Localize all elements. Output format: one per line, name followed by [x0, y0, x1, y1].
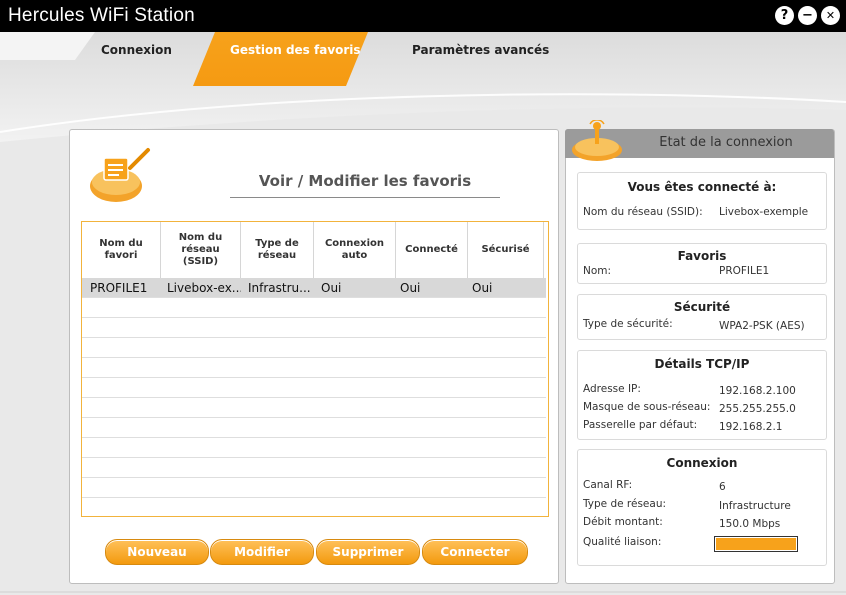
favorites-table: Nom du favori Nom du réseau (SSID) Type … [81, 221, 549, 517]
gateway-label: Passerelle par défaut: [583, 419, 698, 431]
app-window: Hercules WiFi Station ? − ✕ Connexion Ge… [0, 0, 846, 595]
rf-channel-label: Canal RF: [583, 479, 633, 491]
security-card: Sécurité Type de sécurité: WPA2-PSK (AES… [577, 294, 827, 340]
favorites-icon [90, 148, 150, 202]
tab-parametres-avances[interactable]: Paramètres avancés [412, 43, 549, 57]
cell-secured: Oui [472, 281, 493, 295]
column-header-auto-connect[interactable]: Connexion auto [314, 222, 396, 278]
tcpip-card: Détails TCP/IP Adresse IP: 192.168.2.100… [577, 350, 827, 440]
new-button[interactable]: Nouveau [105, 539, 209, 565]
security-type-value: WPA2-PSK (AES) [719, 320, 805, 332]
table-row-empty[interactable] [82, 418, 546, 438]
link-quality-fill [716, 538, 796, 550]
table-row-empty[interactable] [82, 478, 546, 498]
connected-card: Vous êtes connecté à: Nom du réseau (SSI… [577, 172, 827, 230]
subnet-mask-value: 255.255.255.0 [719, 403, 796, 415]
tab-connexion[interactable]: Connexion [101, 43, 172, 57]
table-row[interactable]: PROFILE1 Livebox-ex... Infrastru... Oui … [82, 278, 546, 298]
tcpip-title: Détails TCP/IP [654, 357, 750, 371]
table-row-empty[interactable] [82, 398, 546, 418]
connect-button[interactable]: Connecter [422, 539, 528, 565]
title-underline [230, 197, 500, 198]
cell-auto-connect: Oui [321, 281, 342, 295]
column-header-ssid[interactable]: Nom du réseau (SSID) [161, 222, 241, 278]
cell-connected: Oui [400, 281, 421, 295]
table-row-empty[interactable] [82, 458, 546, 478]
close-icon[interactable]: ✕ [821, 6, 840, 25]
subnet-mask-label: Masque de sous-réseau: [583, 401, 711, 413]
security-title: Sécurité [673, 300, 731, 314]
ssid-value: Livebox-exemple [719, 206, 809, 218]
favorites-card: Favoris Nom: PROFILE1 [577, 243, 827, 284]
connection-title: Connexion [666, 456, 738, 470]
favorites-title: Voir / Modifier les favoris [258, 172, 472, 190]
favorite-name-label: Nom: [583, 265, 612, 277]
cell-network-type: Infrastru... [248, 281, 311, 295]
table-row-empty[interactable] [82, 358, 546, 378]
help-icon[interactable]: ? [775, 6, 794, 25]
table-row-empty[interactable] [82, 378, 546, 398]
tab-bar: Connexion Gestion des favoris Paramètres… [0, 32, 846, 92]
column-header-secured[interactable]: Sécurisé [468, 222, 544, 278]
minimize-icon[interactable]: − [798, 6, 817, 25]
column-header-network-type[interactable]: Type de réseau [241, 222, 314, 278]
link-quality-bar [714, 536, 798, 552]
network-type-value: Infrastructure [719, 500, 791, 512]
cell-ssid: Livebox-ex... [167, 281, 241, 295]
cell-favorite-name: PROFILE1 [90, 281, 148, 295]
connected-title: Vous êtes connecté à: [627, 180, 777, 194]
connection-card: Connexion Canal RF: 6 Type de réseau: In… [577, 449, 827, 566]
delete-button[interactable]: Supprimer [316, 539, 420, 565]
rf-channel-value: 6 [719, 481, 726, 493]
link-quality-label: Qualité liaison: [583, 536, 662, 548]
column-header-favorite-name[interactable]: Nom du favori [82, 222, 161, 278]
ip-value: 192.168.2.100 [719, 385, 796, 397]
favorites-card-title: Favoris [677, 249, 727, 263]
favorite-name-value: PROFILE1 [719, 265, 770, 277]
table-row-empty[interactable] [82, 298, 546, 318]
connection-status-icon [572, 120, 622, 161]
edit-button[interactable]: Modifier [210, 539, 314, 565]
status-title: Etat de la connexion [659, 135, 793, 150]
table-row-empty[interactable] [82, 438, 546, 458]
title-bar[interactable]: Hercules WiFi Station ? − ✕ [0, 0, 846, 32]
window-title: Hercules WiFi Station [8, 5, 195, 26]
tab-gestion-favoris[interactable]: Gestion des favoris [230, 43, 361, 57]
uplink-rate-label: Débit montant: [583, 516, 663, 528]
table-row-empty[interactable] [82, 338, 546, 358]
ip-label: Adresse IP: [583, 383, 641, 395]
uplink-rate-value: 150.0 Mbps [719, 518, 781, 530]
security-type-label: Type de sécurité: [583, 318, 673, 330]
network-type-label: Type de réseau: [583, 498, 667, 510]
table-header: Nom du favori Nom du réseau (SSID) Type … [82, 222, 546, 279]
gateway-value: 192.168.2.1 [719, 421, 783, 433]
table-row-empty[interactable] [82, 318, 546, 338]
column-header-connected[interactable]: Connecté [396, 222, 468, 278]
ssid-label: Nom du réseau (SSID): [583, 206, 703, 218]
